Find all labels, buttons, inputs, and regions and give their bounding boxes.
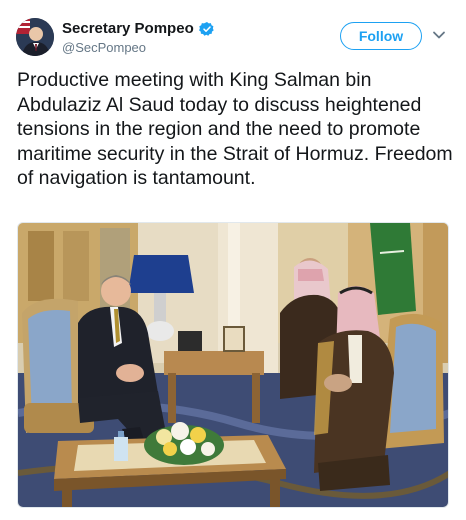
meeting-photo-image: [18, 223, 448, 507]
display-name[interactable]: Secretary Pompeo: [62, 20, 194, 37]
follow-button[interactable]: Follow: [340, 22, 422, 50]
tweet-text: Productive meeting with King Salman bin …: [17, 69, 453, 189]
handle[interactable]: @SecPompeo: [62, 40, 146, 55]
avatar[interactable]: [16, 18, 54, 56]
chevron-down-icon[interactable]: [432, 28, 446, 42]
tweet-photo[interactable]: [17, 222, 449, 508]
verified-badge-icon: [198, 21, 214, 36]
tweet-card: Secretary Pompeo @SecPompeo Follow Produ…: [0, 0, 466, 520]
